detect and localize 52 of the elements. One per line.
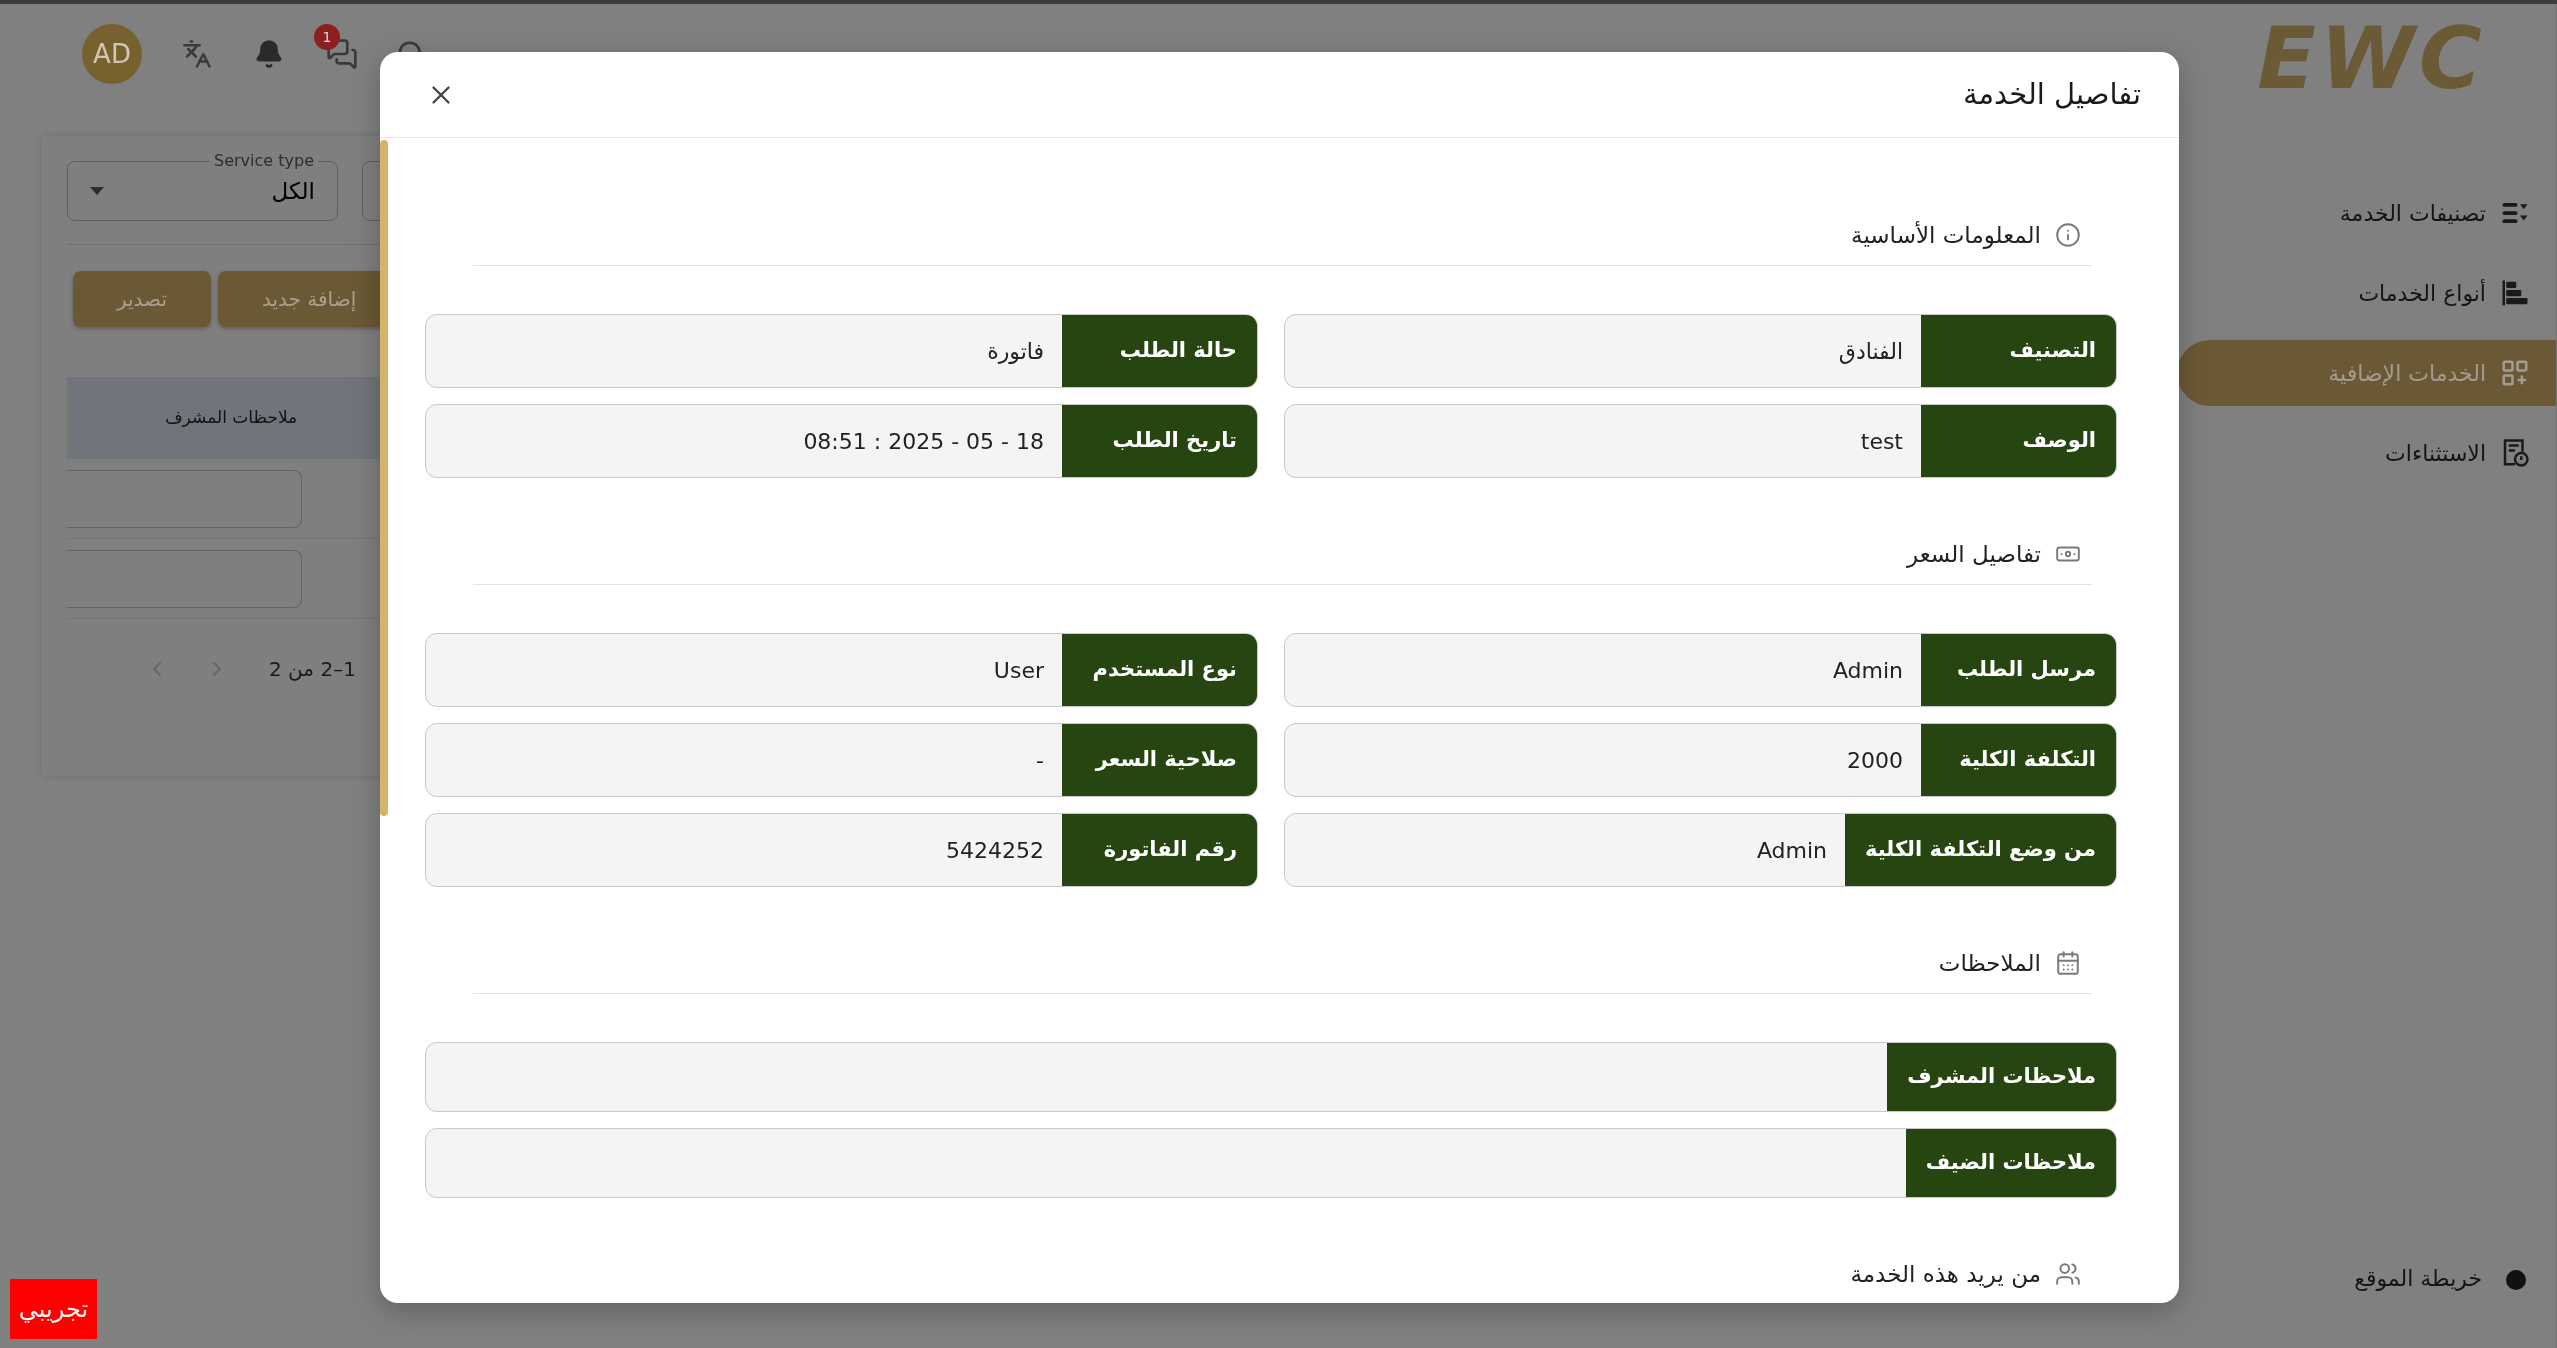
logo: EWC: [2257, 15, 2486, 101]
field-label: نوع المستخدم: [1062, 634, 1257, 706]
pagination-text: 1–2 من 2: [269, 656, 356, 683]
sidebar-item[interactable]: الاستثناءات: [2177, 420, 2556, 486]
field-value: Admin: [1756, 836, 1827, 865]
sidebar-item[interactable]: تصنيفات الخدمة: [2177, 180, 2556, 246]
section-title: الملاحظات: [1938, 948, 2041, 978]
field-value: 08:51 : 2025 - 05 - 18: [803, 427, 1044, 456]
field-value: -: [1036, 746, 1044, 775]
column-header: ملاحظات المشرف: [165, 406, 298, 430]
table-input-field[interactable]: [67, 469, 302, 528]
field-value: 2000: [1847, 746, 1903, 775]
dialog-title: تفاصيل الخدمة: [1962, 75, 2141, 113]
field-value: Admin: [1832, 656, 1903, 685]
scrollbar[interactable]: [380, 140, 388, 816]
field-label: صلاحية السعر: [1062, 724, 1257, 796]
field-label: ملاحظات المشرف: [1887, 1043, 2116, 1111]
demo-badge: تجريبي: [10, 1279, 97, 1339]
sidebar-item[interactable]: الخدمات الإضافية: [2177, 340, 2556, 406]
select-value: الكل: [271, 176, 315, 206]
section-title: تفاصيل السعر: [1907, 539, 2041, 570]
sitemap-link[interactable]: خريطة الموقع: [2354, 1262, 2482, 1295]
info-icon: [2055, 222, 2081, 248]
field-label: التصنيف: [1921, 315, 2116, 387]
field-value: 5424252: [946, 836, 1044, 865]
field-label: الوصف: [1921, 405, 2116, 477]
field-value: فاتورة: [987, 337, 1044, 366]
translate-icon[interactable]: [182, 39, 212, 69]
sidebar-item[interactable]: أنواع الخدمات: [2177, 260, 2556, 326]
field-label: التكلفة الكلية: [1921, 724, 2116, 796]
field-label: مرسل الطلب: [1921, 634, 2116, 706]
field-label: رقم الفاتورة: [1062, 814, 1257, 886]
field-label: من وضع التكلفة الكلية: [1845, 814, 2116, 886]
hierarchy-icon: [2500, 278, 2530, 308]
notification-badge: 1: [314, 24, 340, 50]
caret-icon: [90, 187, 104, 195]
bullet-icon: [2506, 1270, 2526, 1290]
field-value: test: [1860, 427, 1903, 456]
user-avatar[interactable]: AD: [82, 24, 142, 84]
field-value: User: [993, 656, 1044, 685]
table-input-field[interactable]: [67, 549, 302, 608]
calendar-icon: [2055, 950, 2081, 976]
field-label: ملاحظات الضيف: [1905, 1129, 2116, 1197]
field-value: الفنادق: [1838, 337, 1903, 366]
grid-plus-icon: [2500, 358, 2530, 388]
section-title: المعلومات الأساسية: [1851, 220, 2041, 251]
export-button[interactable]: تصدير: [73, 271, 211, 327]
section-title: من يريد هذه الخدمة: [1850, 1259, 2041, 1290]
people-icon: [2055, 1261, 2081, 1287]
field-label: حالة الطلب: [1062, 315, 1257, 387]
bell-icon[interactable]: [254, 39, 284, 69]
field-label: تاريخ الطلب: [1062, 405, 1257, 477]
